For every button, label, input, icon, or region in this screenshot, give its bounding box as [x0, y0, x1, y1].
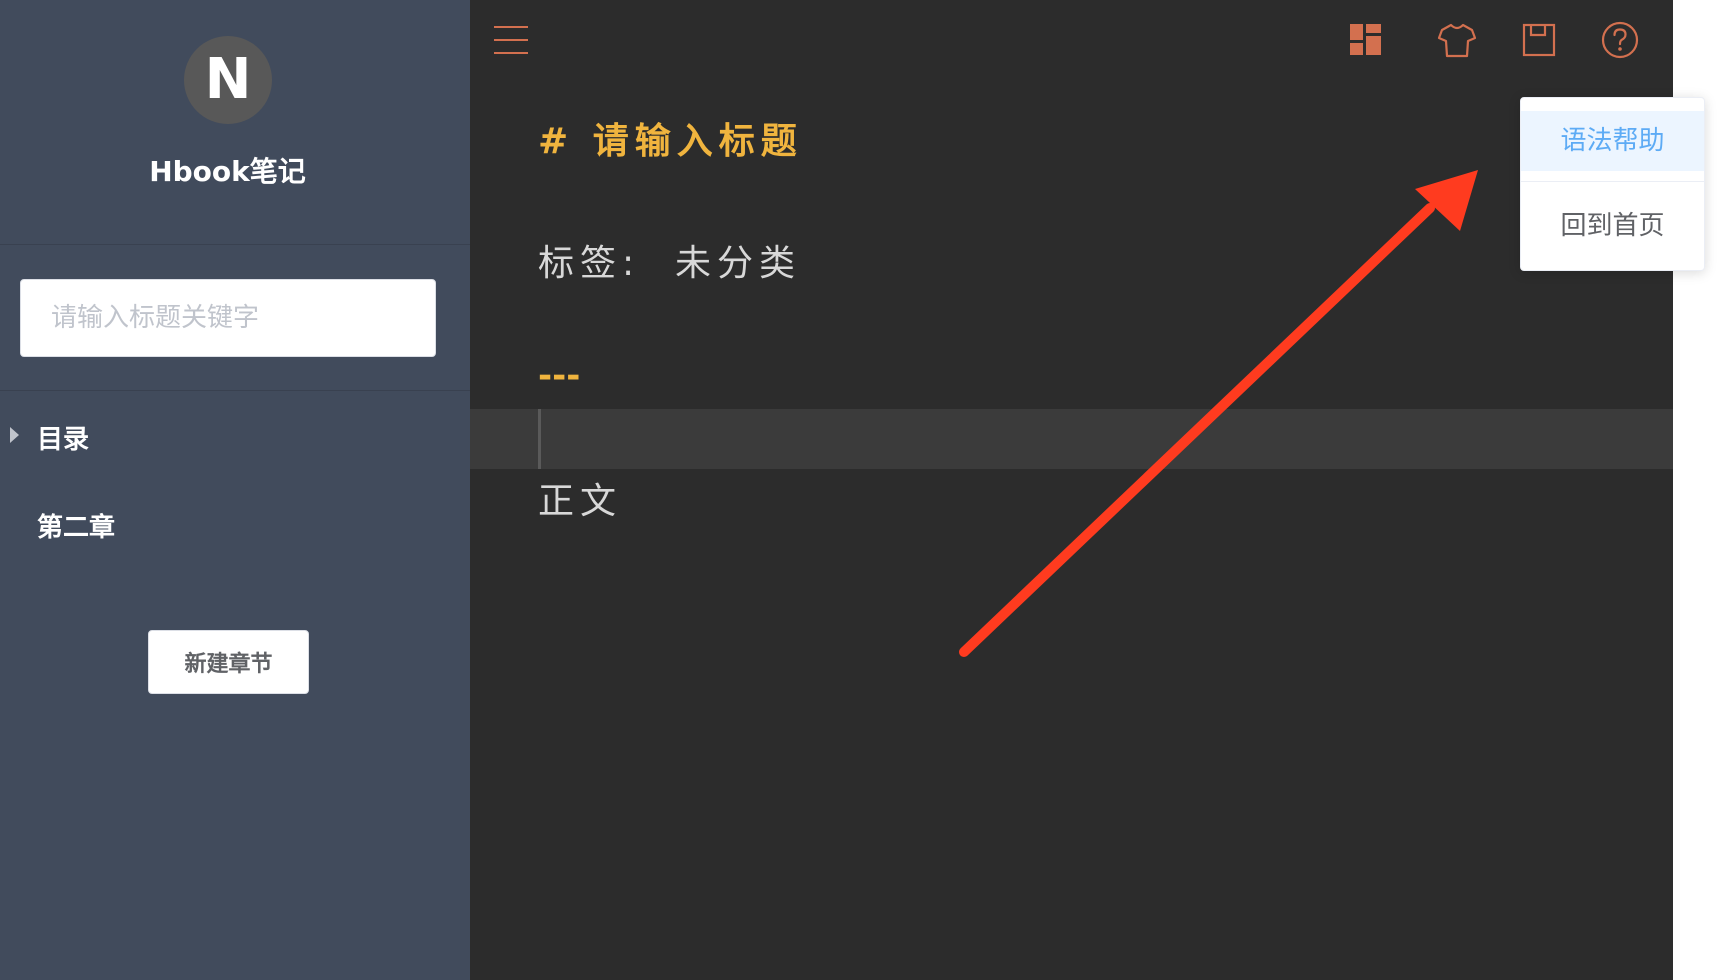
caret-right-icon[interactable] [10, 427, 19, 443]
active-line-highlight [470, 409, 1673, 469]
app-window: N Hbook笔记 目录 第二章 新建章节 [0, 0, 1728, 980]
tree-item-catalog[interactable]: 目录 [0, 407, 470, 463]
sidebar: N Hbook笔记 目录 第二章 新建章节 [0, 0, 470, 980]
app-name: Hbook笔记 [149, 155, 306, 188]
sidebar-divider [0, 390, 470, 391]
text-cursor [538, 409, 541, 469]
menu-item-syntax-help[interactable]: 语法帮助 [1521, 111, 1704, 171]
markdown-body-line: 正文 [538, 481, 623, 522]
help-dropdown-menu: 语法帮助 回到首页 [1520, 97, 1705, 271]
tree-item-label: 第二章 [37, 513, 116, 543]
title-search-input[interactable] [20, 279, 436, 357]
tree-item-label: 目录 [37, 425, 90, 455]
menu-divider [1521, 181, 1704, 182]
markdown-heading-line: # 请输入标题 [538, 121, 803, 162]
layout-icon[interactable] [1346, 20, 1386, 60]
menu-icon[interactable] [494, 24, 528, 56]
save-icon[interactable] [1519, 20, 1559, 60]
help-icon[interactable] [1600, 20, 1640, 60]
new-chapter-button[interactable]: 新建章节 [148, 630, 309, 694]
markdown-editor[interactable]: # 请输入标题 标签: 未分类 --- 正文 [470, 0, 1673, 980]
theme-shirt-icon[interactable] [1437, 20, 1477, 60]
app-logo: N [184, 36, 272, 124]
sidebar-divider [0, 244, 470, 245]
markdown-rule-line: --- [538, 356, 581, 396]
menu-item-back-home[interactable]: 回到首页 [1521, 196, 1704, 256]
tree-item-chapter-two[interactable]: 第二章 [0, 495, 470, 551]
markdown-tag-line: 标签: 未分类 [538, 243, 802, 284]
